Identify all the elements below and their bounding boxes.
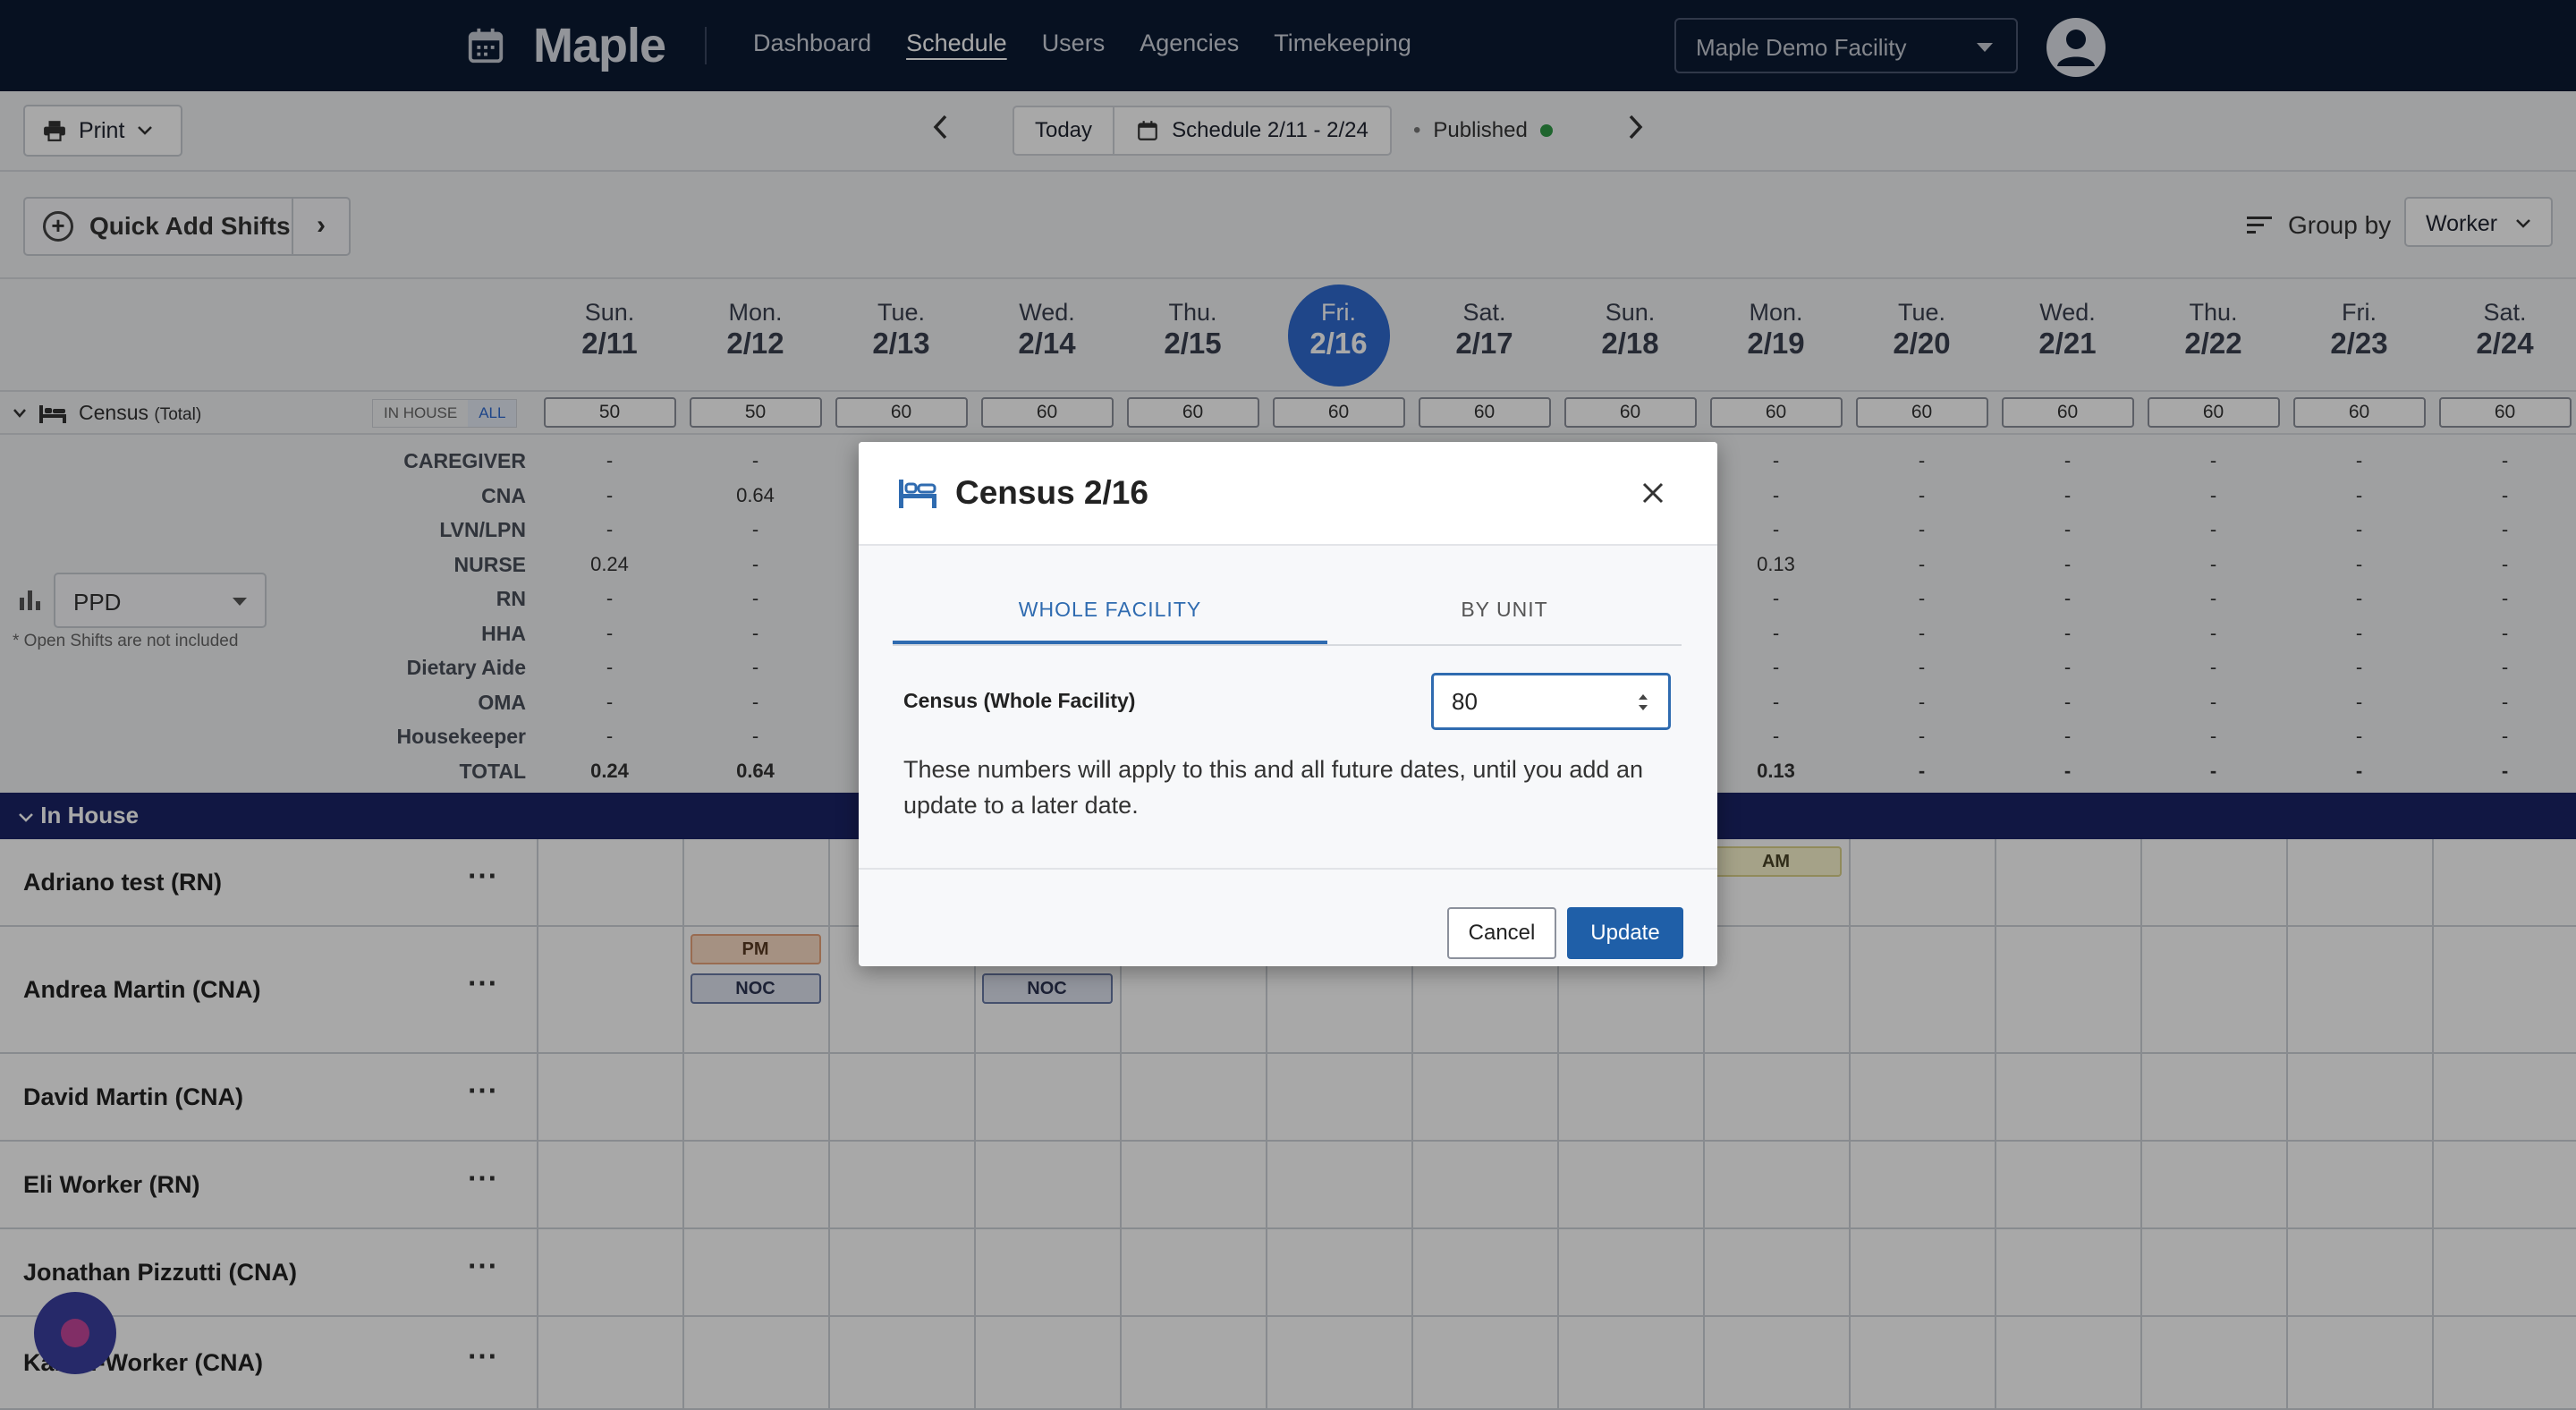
census-tabs: WHOLE FACILITY BY UNIT <box>893 576 1682 646</box>
close-icon[interactable] <box>1633 472 1673 512</box>
modal-header: Census 2/16 <box>859 442 1717 546</box>
tab-whole-facility[interactable]: WHOLE FACILITY <box>893 576 1327 644</box>
cancel-button[interactable]: Cancel <box>1447 907 1556 959</box>
census-help-text: These numbers will apply to this and all… <box>903 756 1643 819</box>
modal-title: Census 2/16 <box>955 474 1148 511</box>
tab-by-unit[interactable]: BY UNIT <box>1327 576 1682 644</box>
census-modal: Census 2/16 WHOLE FACILITY BY UNIT Censu… <box>859 442 1717 966</box>
bed-icon <box>899 480 936 508</box>
census-field-label: Census (Whole Facility) <box>903 689 1136 712</box>
update-button[interactable]: Update <box>1567 907 1683 959</box>
number-spinner-icon[interactable] <box>1635 689 1651 716</box>
